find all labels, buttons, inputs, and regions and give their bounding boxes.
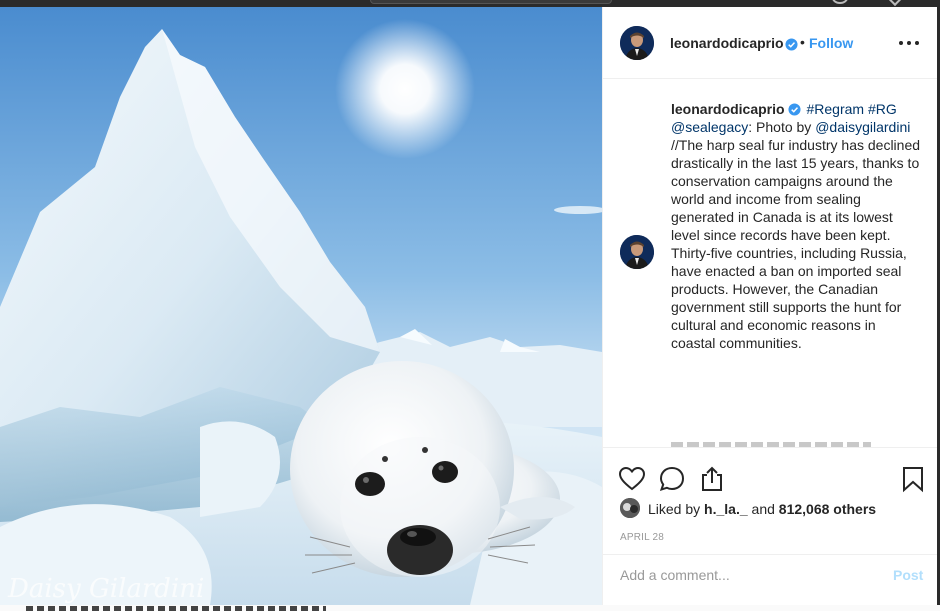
underlying-page-text	[26, 606, 326, 611]
browser-top-strip	[0, 0, 940, 7]
more-options-icon[interactable]	[899, 31, 923, 55]
comment-input[interactable]	[620, 564, 880, 586]
follow-button[interactable]: Follow	[809, 35, 853, 51]
liker-avatar[interactable]	[620, 498, 640, 518]
others-count-link[interactable]: 812,068 others	[779, 501, 876, 517]
mention-sealegacy[interactable]: @sealegacy	[671, 119, 748, 135]
share-icon[interactable]	[698, 465, 726, 493]
profile-photo-icon	[620, 235, 654, 269]
comments-area[interactable]: leonardodicaprio #Regram #RG @sealegacy:…	[603, 80, 938, 447]
photo-by-text: : Photo by	[748, 119, 816, 135]
top-nav-search-box[interactable]	[370, 0, 612, 4]
post-side-panel: leonardodicaprio • Follow leonardodicapr…	[602, 7, 938, 605]
caption-author-avatar[interactable]	[620, 235, 654, 269]
heart-icon[interactable]	[618, 465, 646, 493]
post-header: leonardodicaprio • Follow	[603, 7, 938, 79]
svg-text:Daisy Gilardini: Daisy Gilardini	[7, 574, 204, 604]
post-photo[interactable]: Daisy Gilardini	[0, 7, 602, 605]
post-actions: Liked by h._la._ and 812,068 others APRI…	[603, 447, 938, 594]
likes-and-text: and	[747, 501, 779, 517]
verified-badge-icon	[782, 36, 798, 54]
post-date[interactable]: APRIL 28	[620, 532, 664, 543]
author-username[interactable]: leonardodicaprio	[670, 35, 784, 51]
liker-photo-icon	[620, 498, 640, 518]
bookmark-icon[interactable]	[899, 465, 927, 493]
comment-form: Post	[603, 554, 938, 595]
post-caption: leonardodicaprio #Regram #RG @sealegacy:…	[671, 100, 921, 352]
caption-hashtags[interactable]: #Regram #RG	[806, 101, 896, 117]
chevron-down-icon[interactable]	[887, 0, 903, 7]
author-avatar[interactable]	[620, 26, 654, 60]
first-liker-link[interactable]: h._la._	[704, 501, 748, 517]
page-bottom-strip	[0, 605, 940, 611]
separator-dot: •	[800, 34, 805, 50]
caption-body: //The harp seal fur industry has decline…	[671, 137, 921, 351]
post-comment-button[interactable]: Post	[893, 567, 923, 583]
comment-icon[interactable]	[658, 465, 686, 493]
verified-badge-icon	[788, 103, 801, 116]
profile-photo-icon	[620, 26, 654, 60]
likes-text: Liked by h._la._ and 812,068 others	[648, 501, 876, 517]
explore-icon[interactable]	[832, 0, 848, 4]
caption-username[interactable]: leonardodicaprio	[671, 101, 785, 117]
liked-by-prefix: Liked by	[648, 501, 705, 517]
mention-daisygilardini[interactable]: @daisygilardini	[815, 119, 910, 135]
seal-on-ice-image: Daisy Gilardini	[0, 7, 602, 605]
